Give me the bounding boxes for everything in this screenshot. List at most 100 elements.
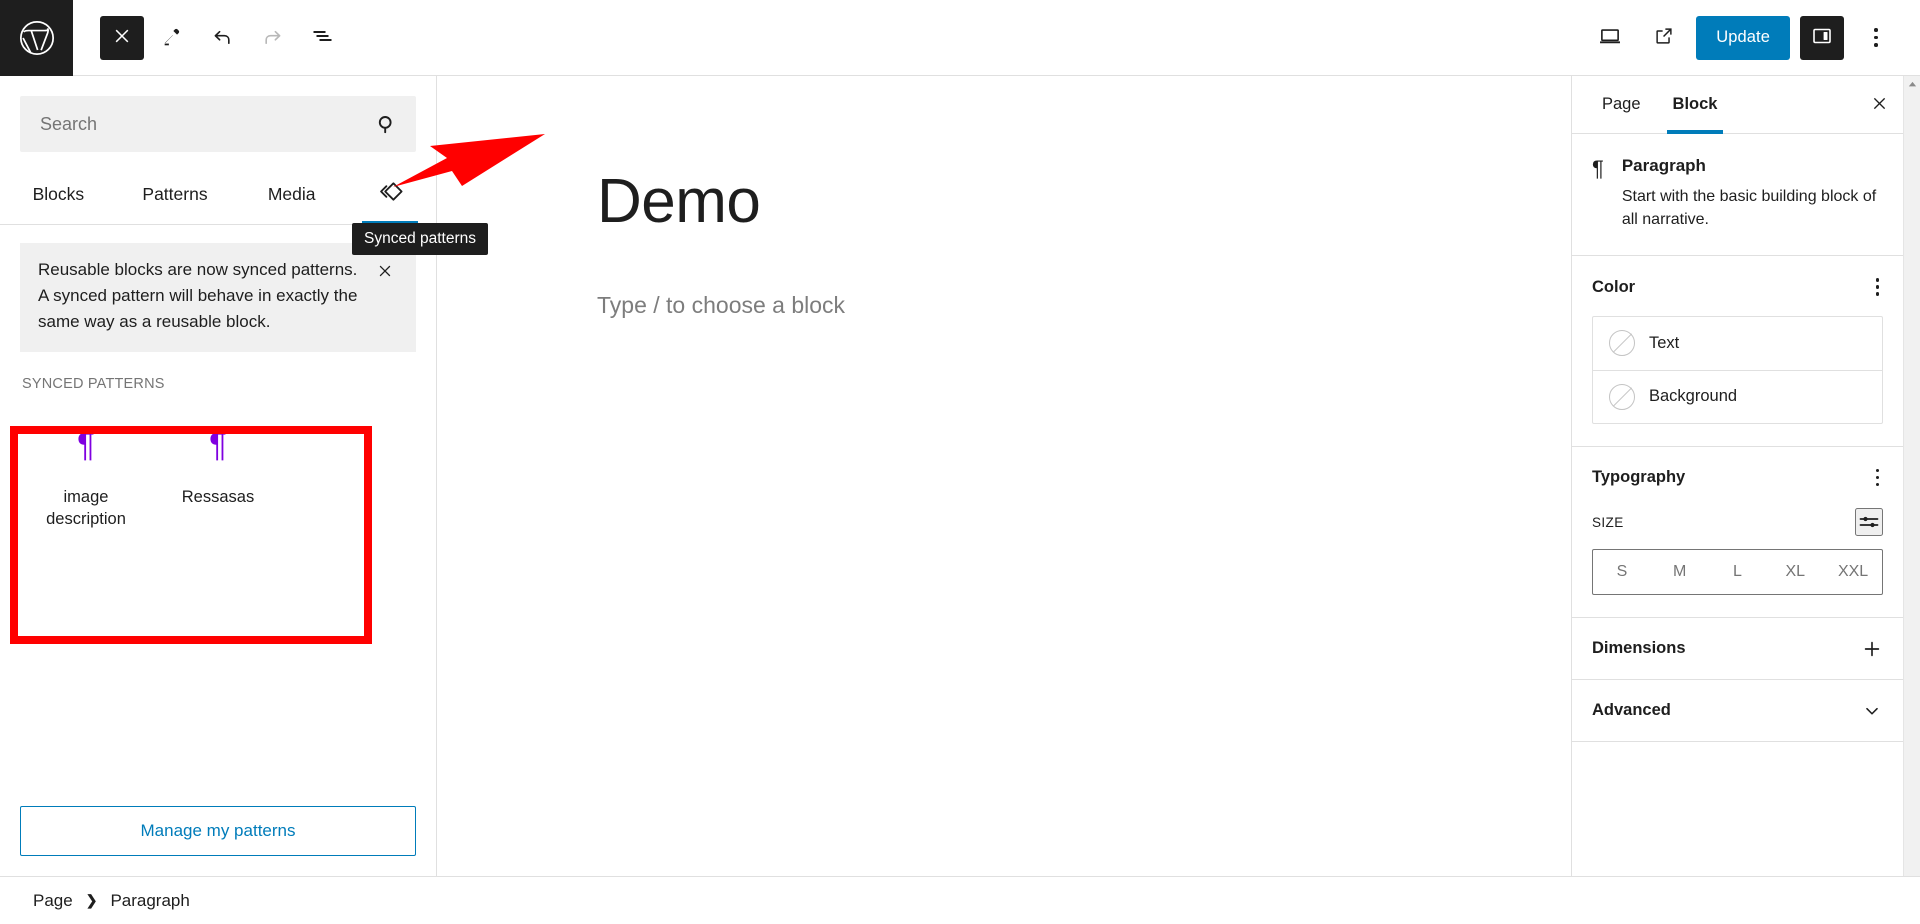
close-editor-button[interactable] — [100, 15, 144, 60]
synced-patterns-grid: ¶ image description ¶ Ressasas — [20, 392, 416, 567]
typography-panel-options-button[interactable] — [1872, 465, 1884, 491]
document-overview-icon — [310, 24, 334, 51]
font-size-toggle-group: S M L XL XXL — [1592, 549, 1883, 596]
pattern-label: Ressasas — [181, 488, 255, 507]
advanced-panel-title: Advanced — [1592, 701, 1671, 720]
close-settings-button[interactable] — [1855, 76, 1903, 133]
list-item[interactable]: ¶ Ressasas — [152, 428, 284, 531]
color-row-text[interactable]: Text — [1593, 317, 1882, 370]
inserter-tab-media[interactable]: Media — [233, 164, 350, 224]
manage-my-patterns-button[interactable]: Manage my patterns — [20, 806, 416, 856]
settings-tablist: Page Block — [1572, 76, 1903, 134]
close-icon — [1870, 94, 1889, 116]
font-size-option-s[interactable]: S — [1593, 550, 1651, 594]
paragraph-icon: ¶ — [209, 426, 227, 464]
no-color-swatch-icon — [1609, 383, 1635, 410]
search-field[interactable] — [20, 96, 416, 152]
empty-paragraph-block[interactable]: Type / to choose a block — [597, 288, 1437, 323]
view-external-link-icon — [1653, 25, 1675, 50]
synced-patterns-icon — [376, 177, 405, 211]
synced-patterns-tooltip: Synced patterns — [352, 223, 489, 255]
close-icon — [112, 26, 132, 49]
page-title[interactable]: Demo — [597, 167, 1437, 236]
undo-button[interactable] — [200, 16, 244, 60]
color-panel-header: Color — [1592, 274, 1883, 300]
color-row-background[interactable]: Background — [1593, 369, 1882, 423]
redo-icon — [261, 25, 284, 51]
block-inserter-panel: Blocks Patterns Media Reusable blocks ar… — [0, 76, 437, 876]
font-size-label: SIZE — [1592, 514, 1624, 530]
settings-sidebar: Page Block ¶ Paragraph Start with the ba… — [1571, 76, 1903, 876]
color-panel-options-button[interactable] — [1872, 274, 1884, 300]
editor-canvas[interactable]: Demo Type / to choose a block — [437, 76, 1571, 876]
breadcrumb-separator-icon: ❯ — [85, 892, 98, 908]
inserter-tab-blocks[interactable]: Blocks — [0, 164, 117, 224]
color-options-list: Text Background — [1592, 315, 1883, 424]
tab-block[interactable]: Block — [1657, 76, 1734, 134]
notice-text: Reusable blocks are now synced patterns.… — [38, 260, 358, 331]
update-button[interactable]: Update — [1696, 15, 1790, 60]
breadcrumb-item-page[interactable]: Page — [33, 891, 73, 911]
scroll-up-arrow-icon[interactable] — [1904, 76, 1920, 93]
synced-patterns-heading: SYNCED PATTERNS — [22, 376, 165, 393]
inserter-tab-patterns[interactable]: Patterns — [117, 164, 234, 224]
synced-patterns-section: SYNCED PATTERNS ¶ image description ¶ Re… — [20, 370, 416, 567]
advanced-panel[interactable]: Advanced — [1572, 680, 1903, 743]
synced-patterns-notice: Reusable blocks are now synced patterns.… — [20, 243, 416, 353]
undo-icon — [211, 25, 234, 51]
inserter-tab-synced-patterns[interactable] — [350, 164, 430, 225]
font-size-row: SIZE — [1592, 508, 1883, 537]
wordpress-logo-button[interactable] — [0, 0, 73, 76]
no-color-swatch-icon — [1609, 330, 1635, 357]
inserter-tablist: Blocks Patterns Media — [0, 164, 436, 225]
search-input[interactable] — [40, 113, 374, 135]
breadcrumb: Page ❯ Paragraph — [0, 876, 1920, 924]
wordpress-block-editor: Update Search Blocks Patterns Media Reus… — [0, 0, 1920, 924]
color-panel: Color Text Background — [1572, 256, 1903, 447]
settings-header-spacer — [1733, 76, 1855, 133]
editor-body: Blocks Patterns Media Reusable blocks ar… — [0, 76, 1920, 876]
block-info-card: ¶ Paragraph Start with the basic buildin… — [1572, 134, 1903, 257]
list-item[interactable]: ¶ image description — [20, 428, 152, 531]
more-options-kebab-icon — [1875, 468, 1879, 487]
block-title: Paragraph — [1621, 156, 1706, 175]
inserter-search-wrapper — [0, 76, 436, 152]
chevron-down-icon — [1861, 700, 1883, 722]
view-site-button[interactable] — [1642, 16, 1686, 60]
color-row-label: Background — [1649, 387, 1738, 406]
page-scrollbar[interactable] — [1903, 76, 1920, 876]
paragraph-icon: ¶ — [1592, 156, 1604, 181]
paragraph-icon: ¶ — [77, 426, 95, 464]
font-size-option-xl[interactable]: XL — [1766, 550, 1824, 594]
wordpress-logo-icon — [18, 19, 56, 57]
dimensions-panel-title: Dimensions — [1592, 639, 1686, 658]
more-options-kebab-icon — [1875, 278, 1879, 296]
edit-mode-button[interactable] — [150, 16, 194, 60]
dimensions-panel[interactable]: Dimensions — [1572, 618, 1903, 681]
settings-sidebar-icon — [1810, 24, 1834, 51]
block-info-text: Paragraph Start with the basic building … — [1622, 156, 1883, 231]
font-size-option-l[interactable]: L — [1709, 550, 1767, 594]
font-size-option-xxl[interactable]: XXL — [1824, 550, 1882, 594]
redo-button[interactable] — [250, 16, 294, 60]
breadcrumb-item-paragraph[interactable]: Paragraph — [110, 891, 189, 911]
desktop-preview-icon — [1597, 23, 1623, 52]
document-overview-button[interactable] — [300, 16, 344, 60]
post-content-wrapper: Demo Type / to choose a block — [597, 167, 1437, 323]
toolbar-right-group: Update — [1588, 15, 1920, 60]
tab-page[interactable]: Page — [1586, 76, 1657, 133]
font-size-option-m[interactable]: M — [1651, 550, 1709, 594]
typography-panel-header: Typography — [1592, 465, 1883, 491]
toolbar-left-group — [73, 15, 344, 60]
notice-dismiss-button[interactable] — [372, 259, 398, 285]
search-icon — [374, 112, 398, 136]
pattern-label: image description — [46, 488, 126, 529]
preview-device-button[interactable] — [1588, 16, 1632, 60]
more-options-kebab-icon — [1874, 28, 1878, 47]
color-row-label: Text — [1649, 333, 1680, 352]
plus-icon — [1861, 638, 1883, 660]
editor-options-button[interactable] — [1854, 16, 1898, 60]
custom-size-sliders-icon[interactable] — [1855, 508, 1883, 537]
editor-top-toolbar: Update — [0, 0, 1920, 76]
settings-sidebar-toggle-button[interactable] — [1800, 15, 1844, 60]
